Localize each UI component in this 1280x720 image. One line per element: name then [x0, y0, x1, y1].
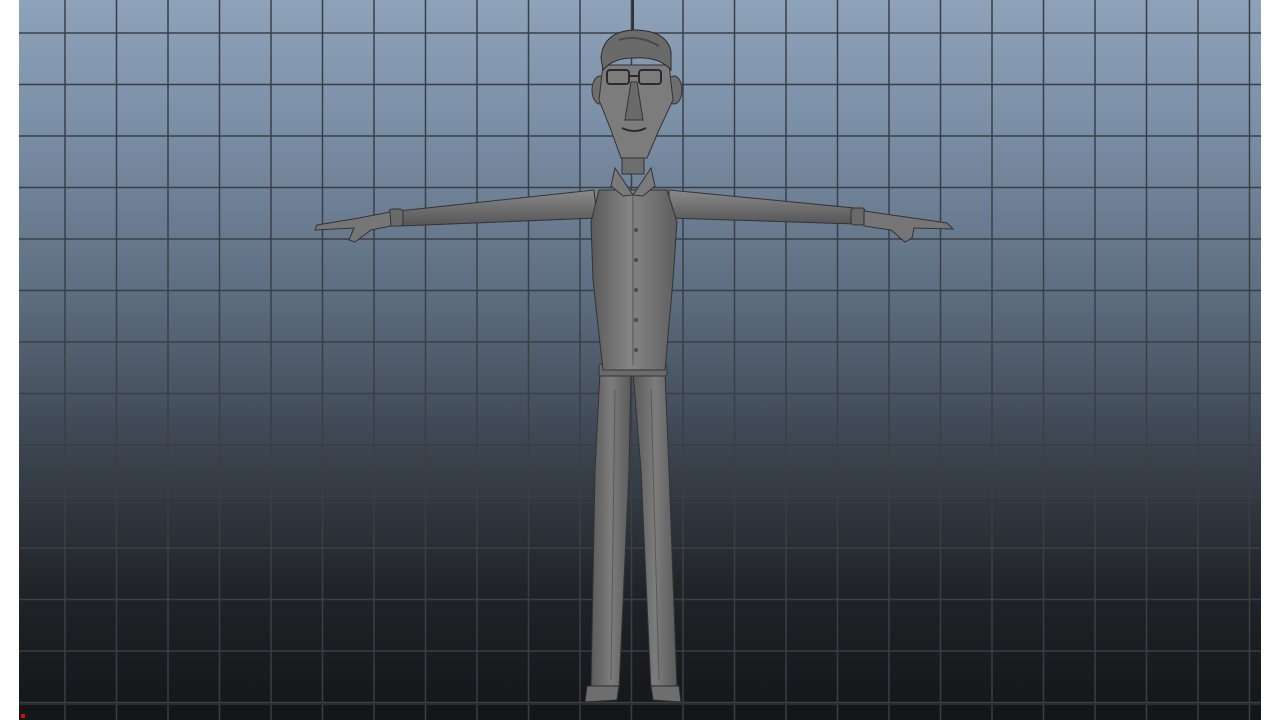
t-pose-character-model[interactable] [19, 0, 1261, 720]
shoes [584, 685, 682, 703]
head [591, 29, 683, 159]
right-arm [668, 189, 955, 243]
origin-marker [21, 714, 25, 718]
legs [590, 371, 678, 691]
left-margin [0, 0, 19, 720]
torso [590, 166, 678, 371]
maya-style-viewport-page [0, 0, 1280, 720]
3d-viewport[interactable] [19, 0, 1261, 720]
left-arm [314, 189, 598, 243]
right-margin [1261, 0, 1280, 720]
